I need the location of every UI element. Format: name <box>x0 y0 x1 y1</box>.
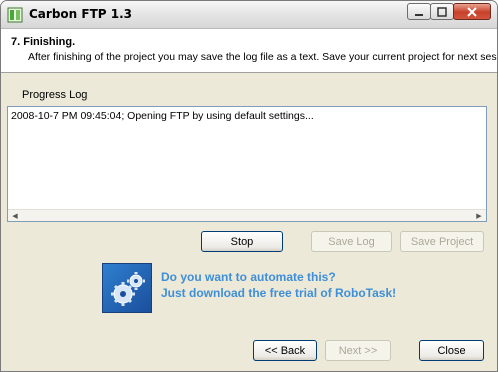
close-icon <box>467 6 477 17</box>
back-button[interactable]: << Back <box>253 340 317 361</box>
promo-text-line1[interactable]: Do you want to automate this? <box>161 270 336 284</box>
progress-log-label: Progress Log <box>22 89 88 101</box>
close-window-button[interactable] <box>453 3 491 20</box>
stop-button[interactable]: Stop <box>201 231 283 252</box>
log-line: 2008-10-7 PM 09:45:04; Opening FTP by us… <box>11 110 314 122</box>
scroll-left-icon[interactable]: ◀ <box>8 210 22 221</box>
maximize-icon <box>437 6 447 17</box>
window-title: Carbon FTP 1.3 <box>29 7 132 21</box>
app-icon <box>7 7 23 23</box>
minimize-button[interactable] <box>407 3 431 20</box>
close-button[interactable]: Close <box>419 340 484 361</box>
minimize-icon <box>415 13 423 16</box>
main-window: Carbon FTP 1.3 7. Finishing. After finis… <box>0 0 498 372</box>
step-description: After finishing of the project you may s… <box>28 51 498 63</box>
gears-icon[interactable] <box>102 263 152 313</box>
next-button[interactable]: Next >> <box>325 340 391 361</box>
gears-graphic <box>111 272 145 306</box>
maximize-button[interactable] <box>430 3 454 20</box>
progress-log-box[interactable]: 2008-10-7 PM 09:45:04; Opening FTP by us… <box>7 106 487 222</box>
scroll-right-icon[interactable]: ▶ <box>472 210 486 221</box>
save-log-button[interactable]: Save Log <box>311 231 392 252</box>
scroll-track[interactable] <box>22 210 472 221</box>
horizontal-scrollbar[interactable]: ◀ ▶ <box>8 209 486 221</box>
step-title: 7. Finishing. <box>11 36 76 48</box>
title-bar[interactable]: Carbon FTP 1.3 <box>1 1 497 29</box>
promo-text-line2[interactable]: Just download the free trial of RoboTask… <box>161 286 396 300</box>
step-header: 7. Finishing. After finishing of the pro… <box>1 29 497 73</box>
save-project-button[interactable]: Save Project <box>400 231 484 252</box>
